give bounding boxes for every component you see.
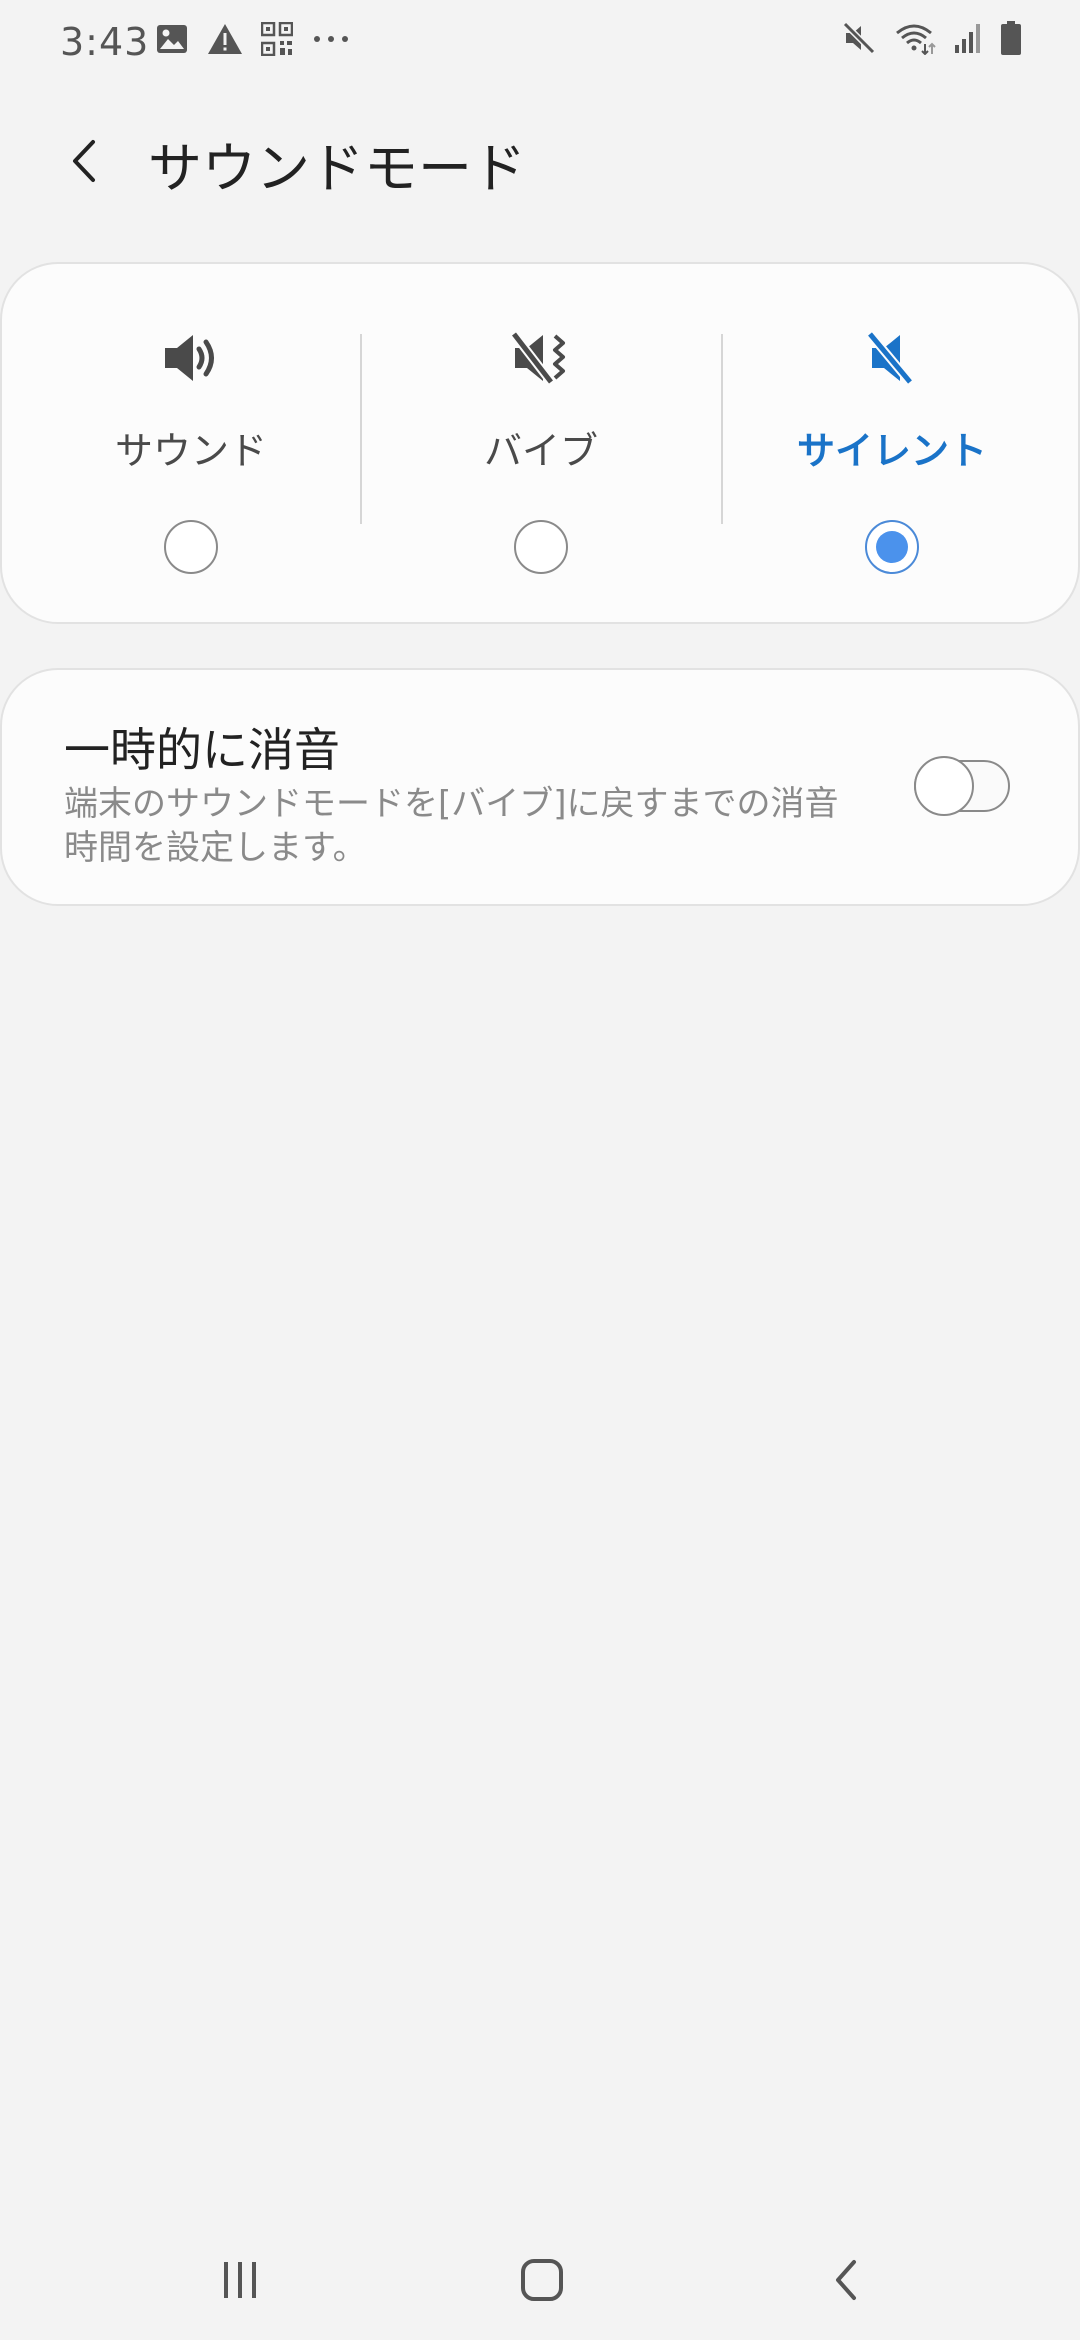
- back-icon: [836, 2260, 856, 2300]
- gallery-icon: [155, 22, 189, 56]
- signal-icon: [954, 21, 982, 55]
- status-bar: 3:43: [0, 0, 1080, 84]
- mode-label-vibrate: バイブ: [483, 429, 598, 473]
- radio-sound[interactable]: [164, 520, 218, 574]
- temporary-mute-description: 端末のサウンドモードを[バイブ]に戻すまでの消音時間を設定します。: [64, 784, 839, 868]
- recent-apps-icon: [224, 2262, 256, 2298]
- nav-back-button[interactable]: [806, 2250, 886, 2310]
- radio-vibrate[interactable]: [514, 520, 568, 574]
- status-time: 3:43: [60, 20, 150, 64]
- radio-silent[interactable]: [865, 520, 919, 574]
- mode-option-vibrate[interactable]: バイブ: [361, 264, 721, 622]
- wifi-icon: [894, 21, 936, 55]
- sound-mode-card: サウンド バイブ サイレント: [0, 262, 1080, 624]
- mode-option-sound[interactable]: サウンド: [11, 264, 371, 622]
- toggle-knob: [914, 756, 974, 816]
- more-notifications-icon: [311, 22, 351, 56]
- mute-icon: [842, 21, 876, 55]
- temporary-mute-title: 一時的に消音: [64, 723, 340, 777]
- system-status-icons: [824, 20, 1022, 56]
- warning-icon: [207, 22, 243, 56]
- page-title: サウンドモード: [148, 137, 526, 200]
- mode-label-sound: サウンド: [114, 429, 267, 473]
- notification-icons: [155, 22, 369, 56]
- app-bar: サウンドモード: [0, 110, 1080, 210]
- mode-label-silent: サイレント: [796, 429, 987, 473]
- temporary-mute-toggle[interactable]: [914, 756, 1010, 816]
- back-button[interactable]: [50, 126, 120, 196]
- battery-icon: [1000, 20, 1022, 56]
- qr-code-icon: [261, 22, 293, 56]
- mute-icon: [866, 331, 914, 385]
- vibrate-icon: [511, 331, 565, 385]
- speaker-icon: [165, 335, 214, 381]
- mode-option-silent[interactable]: サイレント: [712, 264, 1072, 622]
- home-icon: [521, 2259, 563, 2301]
- recent-apps-button[interactable]: [200, 2250, 280, 2310]
- home-button[interactable]: [502, 2250, 582, 2310]
- temporary-mute-card[interactable]: 一時的に消音 端末のサウンドモードを[バイブ]に戻すまでの消音時間を設定します。: [0, 668, 1080, 906]
- navigation-bar: [0, 2220, 1080, 2340]
- chevron-left-icon: [73, 140, 95, 182]
